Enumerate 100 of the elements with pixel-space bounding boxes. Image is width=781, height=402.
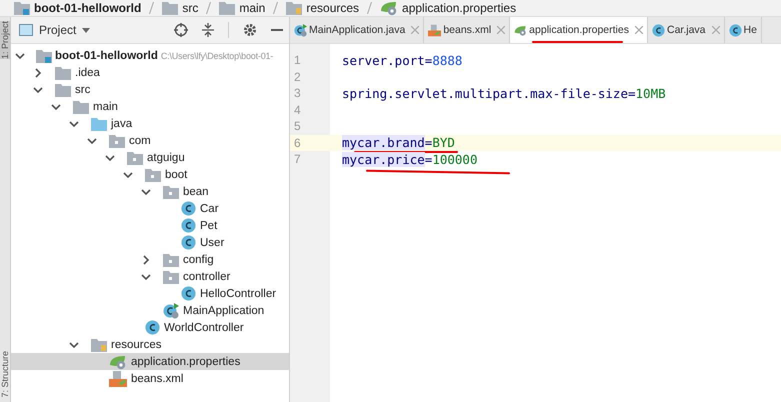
folder-icon — [91, 116, 107, 130]
tree-item[interactable]: Pet — [11, 217, 289, 234]
chevron-down-icon[interactable] — [123, 170, 133, 180]
tree-item[interactable]: MainApplication — [11, 302, 289, 319]
class-icon — [181, 286, 196, 301]
folder-icon — [55, 82, 71, 96]
class-icon — [181, 218, 196, 233]
leaf-gear-icon — [380, 0, 398, 16]
panel-title[interactable]: Project — [19, 23, 90, 37]
collapse-icon[interactable] — [202, 23, 214, 37]
tree-item[interactable]: main — [11, 98, 289, 115]
editor-tab[interactable]: MainApplication.java — [290, 17, 424, 43]
tree-label: MainApplication — [183, 304, 264, 316]
folder-icon — [73, 100, 89, 114]
tree-item[interactable]: java — [11, 115, 289, 132]
folder-icon — [286, 1, 302, 15]
tree-item[interactable]: bean — [11, 183, 289, 200]
chevron-down-icon[interactable] — [15, 50, 25, 60]
class-icon — [652, 24, 665, 36]
tool-window-tab[interactable]: 1: Project — [0, 21, 10, 60]
folder-icon — [163, 184, 179, 198]
editor-tab[interactable]: He — [724, 17, 762, 43]
tree-item[interactable]: beans.xml — [11, 370, 289, 387]
tree-item[interactable]: boot-01-helloworld C:\Users\lfy\Desktop\boot-01- — [11, 47, 289, 64]
chevron-right-icon[interactable] — [141, 254, 151, 264]
line-number: 6 — [293, 136, 302, 150]
tree-item[interactable]: Car — [11, 200, 289, 217]
tree-item[interactable]: com — [11, 132, 289, 149]
chevron-down-icon[interactable] — [69, 340, 79, 350]
tree-label: application.properties — [131, 356, 240, 368]
tree-item[interactable]: .idea — [11, 64, 289, 81]
breadcrumb-item[interactable]: src — [162, 1, 198, 15]
line-number: 3 — [293, 86, 302, 100]
class-run-icon — [294, 24, 307, 36]
breadcrumb-item[interactable]: main — [219, 1, 266, 15]
tree-item[interactable]: application.properties — [11, 353, 289, 370]
tree-label: HelloController — [200, 288, 276, 300]
tree-item[interactable]: User — [11, 234, 289, 251]
tool-window-tab[interactable]: 7: Structure — [0, 351, 10, 398]
chevron-down-icon[interactable] — [69, 118, 79, 128]
folder-icon — [163, 252, 179, 266]
tree-item[interactable]: controller — [11, 268, 289, 285]
tree-label: Car — [200, 202, 219, 214]
xml-file-icon — [109, 370, 127, 386]
folder-icon — [127, 150, 143, 164]
tree-item[interactable]: WorldController — [11, 319, 289, 336]
xml-file-icon — [428, 24, 442, 36]
tree-label: bean — [183, 186, 209, 198]
folder-icon — [55, 66, 71, 80]
tree-item[interactable]: resources — [11, 336, 289, 353]
class-run-icon — [163, 302, 179, 318]
line-number: 7 — [293, 152, 302, 166]
tree-label: src — [75, 84, 90, 96]
project-path: C:\Users\lfy\Desktop\boot-01- — [160, 50, 274, 60]
tree-label: controller — [183, 270, 230, 282]
chevron-down-icon[interactable] — [141, 272, 151, 282]
separator-icon — [206, 2, 212, 14]
line-number: 5 — [293, 119, 302, 134]
chevron-down-icon[interactable] — [51, 102, 61, 112]
line-number: 4 — [293, 102, 302, 117]
dropdown-arrow-icon — [82, 28, 90, 32]
code-line: mycar.brand=BYD — [342, 135, 455, 150]
code-line: server.port=8888 — [342, 52, 462, 68]
breadcrumb-item[interactable]: resources — [286, 1, 360, 15]
tree-label: beans.xml — [131, 372, 184, 384]
tree-label: atguigu — [147, 152, 185, 164]
breadcrumb-item[interactable]: application.properties — [380, 0, 516, 16]
tree-item[interactable]: boot — [11, 166, 289, 183]
separator-icon — [149, 2, 154, 14]
tree-item[interactable]: HelloController — [11, 285, 289, 302]
tree-label: resources — [111, 338, 162, 350]
folder-icon — [91, 338, 107, 352]
tree-label: main — [93, 100, 118, 112]
class-icon — [181, 201, 196, 216]
chevron-down-icon[interactable] — [141, 186, 151, 196]
tree-label: java — [111, 118, 132, 130]
tree-label: com — [129, 134, 151, 146]
line-number: 1 — [293, 53, 302, 68]
folder-icon — [145, 168, 161, 182]
tree-item[interactable]: src — [11, 81, 289, 98]
folder-icon — [14, 1, 30, 15]
tree-label: WorldController — [164, 322, 244, 334]
chevron-right-icon[interactable] — [33, 68, 43, 78]
breadcrumb-item[interactable]: boot-01-helloworld — [14, 1, 142, 15]
editor-tab[interactable]: Car.java — [648, 17, 725, 43]
folder-icon — [219, 1, 236, 15]
leaf-gear-icon — [514, 24, 528, 36]
folder-icon — [163, 270, 179, 284]
settings-icon[interactable] — [243, 23, 257, 37]
tree-item[interactable]: config — [11, 251, 289, 268]
crosshair-icon[interactable] — [174, 23, 188, 37]
folder-icon — [162, 1, 178, 15]
tree-label: boot-01-helloworld — [55, 50, 158, 62]
class-icon — [728, 24, 742, 36]
tree-item[interactable]: atguigu — [11, 149, 289, 166]
tree-label: config — [183, 254, 214, 266]
chevron-down-icon[interactable] — [33, 84, 43, 94]
chevron-down-icon[interactable] — [105, 152, 115, 162]
chevron-down-icon[interactable] — [87, 136, 97, 146]
editor-tab[interactable]: application.properties — [510, 17, 648, 43]
